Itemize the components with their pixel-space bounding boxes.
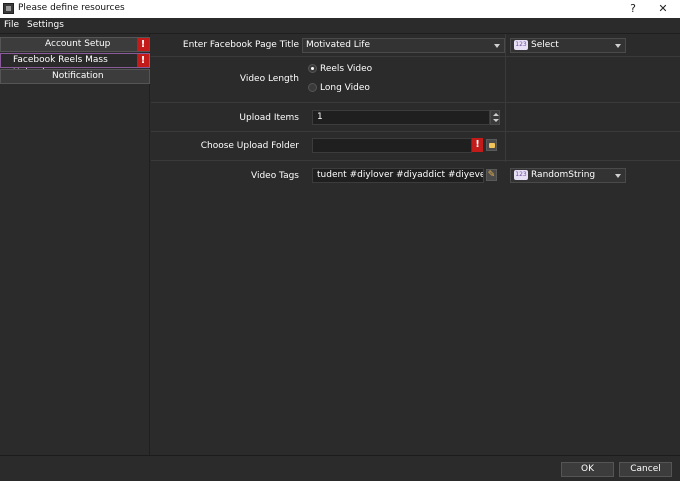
radio-label: Reels Video bbox=[320, 64, 373, 74]
sidebar: Account Setup ! Facebook Reels Mass Uplo… bbox=[0, 34, 150, 455]
video-tags-label: Video Tags bbox=[250, 171, 299, 181]
menu-settings[interactable]: Settings bbox=[27, 20, 64, 30]
number-type-icon: 123 bbox=[514, 39, 528, 50]
radio-unselected-icon bbox=[308, 83, 317, 92]
error-icon: ! bbox=[472, 138, 483, 152]
error-icon: ! bbox=[137, 38, 149, 51]
sidebar-item-label: Account Setup bbox=[45, 39, 111, 49]
error-icon: ! bbox=[137, 54, 149, 67]
row-page-title: Enter Facebook Page Title Motivated Life… bbox=[151, 34, 680, 57]
upload-items-input[interactable]: 1 bbox=[312, 110, 490, 125]
row-upload-folder: Choose Upload Folder ! bbox=[151, 132, 680, 161]
upload-folder-label: Choose Upload Folder bbox=[200, 141, 299, 151]
sidebar-item-account-setup[interactable]: Account Setup ! bbox=[0, 37, 150, 52]
sidebar-item-label: Notification bbox=[52, 71, 104, 81]
upload-items-spinner[interactable] bbox=[490, 110, 500, 125]
row-upload-items: Upload Items 1 bbox=[151, 103, 680, 132]
app-icon bbox=[3, 3, 14, 14]
menu-file[interactable]: File bbox=[4, 20, 19, 30]
radio-long-video[interactable]: Long Video bbox=[308, 83, 370, 93]
video-tags-type-value: RandomString bbox=[531, 170, 596, 180]
cancel-button[interactable]: Cancel bbox=[619, 462, 672, 477]
chevron-down-icon bbox=[494, 44, 500, 48]
title-bar: Please define resources ? ✕ bbox=[0, 0, 680, 18]
ok-button[interactable]: OK bbox=[561, 462, 614, 477]
radio-reels-video[interactable]: Reels Video bbox=[308, 64, 372, 74]
folder-icon[interactable] bbox=[486, 139, 497, 151]
main-form: Enter Facebook Page Title Motivated Life… bbox=[151, 34, 680, 455]
upload-folder-input[interactable] bbox=[312, 138, 472, 153]
sidebar-item-facebook-reels-mass-uploader[interactable]: Facebook Reels Mass Uploader ! bbox=[0, 53, 150, 78]
chevron-down-icon bbox=[615, 174, 621, 178]
row-video-tags: Video Tags tudent #diylover #diyaddict #… bbox=[151, 161, 680, 190]
menu-bar: File Settings bbox=[0, 18, 680, 34]
dialog-button-bar: OK Cancel bbox=[0, 455, 680, 481]
spin-up-icon bbox=[493, 113, 499, 116]
page-title-select[interactable]: Motivated Life bbox=[302, 38, 505, 53]
page-title-label: Enter Facebook Page Title bbox=[182, 40, 299, 50]
help-button[interactable]: ? bbox=[618, 0, 648, 18]
number-type-icon: 123 bbox=[514, 169, 528, 180]
window-title: Please define resources bbox=[18, 3, 125, 13]
chevron-down-icon bbox=[615, 44, 621, 48]
close-button[interactable]: ✕ bbox=[648, 0, 678, 18]
video-tags-type-select[interactable]: 123 RandomString bbox=[510, 168, 626, 183]
radio-label: Long Video bbox=[320, 83, 370, 93]
pencil-icon[interactable]: ✎ bbox=[486, 169, 497, 181]
video-tags-input[interactable]: tudent #diylover #diyaddict #diyeverythi… bbox=[312, 168, 484, 183]
page-title-type-select[interactable]: 123 Select bbox=[510, 38, 626, 53]
spin-down-icon bbox=[493, 119, 499, 122]
video-length-label: Video Length bbox=[239, 74, 299, 84]
radio-selected-icon bbox=[308, 64, 317, 73]
row-video-length: Video Length Reels Video Long Video bbox=[151, 57, 680, 103]
sidebar-item-notification[interactable]: Notification bbox=[0, 69, 150, 84]
upload-items-label: Upload Items bbox=[239, 113, 299, 123]
page-title-type-value: Select bbox=[531, 40, 559, 50]
page-title-value: Motivated Life bbox=[306, 40, 371, 50]
